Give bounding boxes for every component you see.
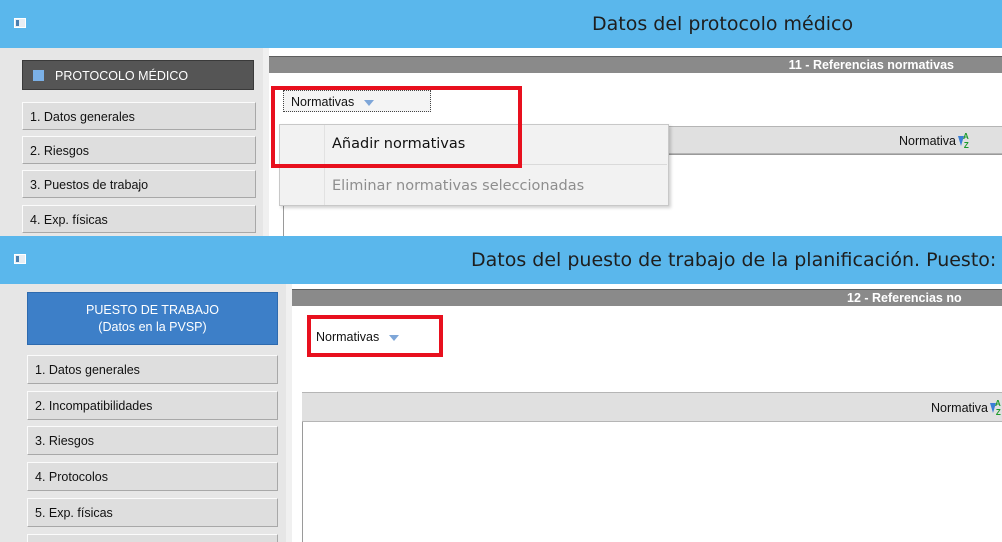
sidebar: PROTOCOLO MÉDICO 1. Datos generales 2. R… (0, 48, 263, 236)
section-header: 12 - Referencias no (292, 289, 1002, 306)
sidebar-header: PROTOCOLO MÉDICO (22, 60, 254, 90)
sidebar-item-riesgos[interactable]: 3. Riesgos (27, 426, 278, 455)
sort-az-icon: AZ (990, 399, 1002, 417)
sidebar-item-incompatibilidades[interactable]: 2. Incompatibilidades (27, 391, 278, 420)
title-bar: Datos del puesto de trabajo de la planif… (0, 236, 1002, 284)
sidebar-header-line2: (Datos en la PVSP) (98, 320, 207, 334)
sidebar-header-label: PROTOCOLO MÉDICO (55, 69, 189, 83)
square-icon (33, 70, 44, 81)
normativas-grid[interactable] (302, 422, 1002, 542)
window-title: Datos del protocolo médico (592, 13, 854, 35)
sidebar-item-datos-generales[interactable]: 1. Datos generales (27, 355, 278, 384)
window-title: Datos del puesto de trabajo de la planif… (471, 249, 997, 271)
sidebar: PUESTO DE TRABAJO (Datos en la PVSP) 1. … (0, 284, 286, 542)
grid-column-header-normativa[interactable]: Normativa A Z (665, 126, 1002, 154)
sort-az-icon: AZ (958, 132, 970, 150)
sidebar-item-protocolos[interactable]: 4. Protocolos (27, 462, 278, 491)
app-icon (14, 254, 26, 264)
app-icon (14, 18, 26, 28)
menu-item-eliminar-normativas: Eliminar normativas seleccionadas (332, 178, 585, 194)
protocol-window: Datos del protocolo médico PROTOCOLO MÉD… (0, 0, 1002, 236)
highlight-box-bottom (307, 315, 443, 357)
sidebar-item-riesgos[interactable]: 2. Riesgos (22, 136, 256, 164)
job-position-window: Datos del puesto de trabajo de la planif… (0, 236, 1002, 542)
sidebar-header: PUESTO DE TRABAJO (Datos en la PVSP) (27, 292, 278, 345)
sidebar-item-more[interactable] (27, 534, 278, 542)
sidebar-item-puestos-de-trabajo[interactable]: 3. Puestos de trabajo (22, 170, 256, 198)
column-label: Normativa (899, 134, 956, 148)
sidebar-item-datos-generales[interactable]: 1. Datos generales (22, 102, 256, 130)
sidebar-item-exp-fisicas[interactable]: 5. Exp. físicas (27, 498, 278, 527)
column-label: Normativa (931, 401, 988, 415)
grid-column-header-normativa[interactable]: Normativa A Z (302, 392, 1002, 422)
section-header: 11 - Referencias normativas (269, 56, 1002, 73)
highlight-box-top (271, 86, 522, 168)
title-bar: Datos del protocolo médico (0, 0, 1002, 48)
sidebar-header-line1: PUESTO DE TRABAJO (86, 303, 219, 317)
sidebar-item-exp-fisicas[interactable]: 4. Exp. físicas (22, 205, 256, 233)
